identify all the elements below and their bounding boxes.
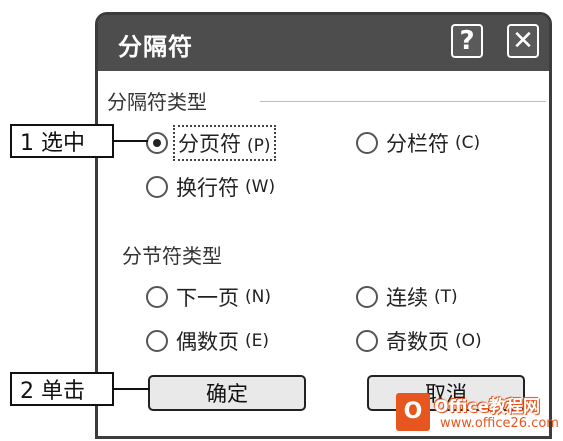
help-button[interactable]: ? — [451, 24, 483, 58]
radio-shortcut: (W) — [245, 177, 276, 197]
radio-label: 下一页 — [176, 286, 239, 310]
radio-shortcut: (P) — [247, 136, 271, 156]
callout-leader-line — [114, 388, 150, 390]
radio-indicator[interactable] — [146, 286, 168, 308]
callout-step-2: 2 单击 — [10, 372, 114, 406]
radio-indicator[interactable] — [146, 330, 168, 352]
radio-label: 偶数页 — [176, 330, 239, 354]
radio-shortcut: (E) — [245, 331, 270, 351]
radio-indicator[interactable] — [356, 330, 378, 352]
help-icon: ? — [459, 26, 475, 56]
dialog-title: 分隔符 — [118, 33, 193, 61]
radio-indicator[interactable] — [356, 286, 378, 308]
title-bar: 分隔符 ? ✕ — [98, 15, 549, 71]
radio-continuous[interactable]: 连续 (T) — [356, 282, 458, 312]
callout-leader-line — [114, 140, 148, 142]
radio-label: 分页符 — [178, 132, 241, 156]
close-icon: ✕ — [512, 26, 534, 56]
close-button[interactable]: ✕ — [507, 24, 539, 58]
radio-indicator[interactable] — [146, 132, 168, 154]
radio-label: 连续 — [386, 286, 428, 310]
office-logo-icon: O — [396, 393, 430, 431]
radio-column-break[interactable]: 分栏符 (C) — [356, 128, 480, 158]
ok-button[interactable]: 确定 — [148, 375, 306, 411]
radio-next-page[interactable]: 下一页 (N) — [146, 282, 271, 312]
radio-line-break[interactable]: 换行符 (W) — [146, 172, 275, 202]
break-type-group-label: 分隔符类型 — [107, 90, 207, 114]
radio-shortcut: (O) — [455, 331, 482, 351]
radio-label: 换行符 — [176, 176, 239, 200]
watermark-url: www.office26.com — [440, 416, 559, 431]
radio-odd-page[interactable]: 奇数页 (O) — [356, 326, 482, 356]
watermark-title: Office教程网 — [434, 397, 541, 417]
radio-page-break[interactable]: 分页符 (P) — [146, 125, 276, 161]
group-divider — [260, 101, 546, 102]
radio-indicator[interactable] — [146, 176, 168, 198]
radio-shortcut: (C) — [455, 133, 481, 153]
site-watermark: O Office教程网 www.office26.com — [390, 388, 559, 438]
radio-shortcut: (T) — [434, 287, 458, 307]
callout-step-1: 1 选中 — [10, 124, 114, 158]
section-break-group-label: 分节符类型 — [122, 244, 222, 268]
radio-label: 奇数页 — [386, 330, 449, 354]
radio-even-page[interactable]: 偶数页 (E) — [146, 326, 269, 356]
radio-label: 分栏符 — [386, 132, 449, 156]
radio-indicator[interactable] — [356, 132, 378, 154]
radio-shortcut: (N) — [245, 287, 271, 307]
